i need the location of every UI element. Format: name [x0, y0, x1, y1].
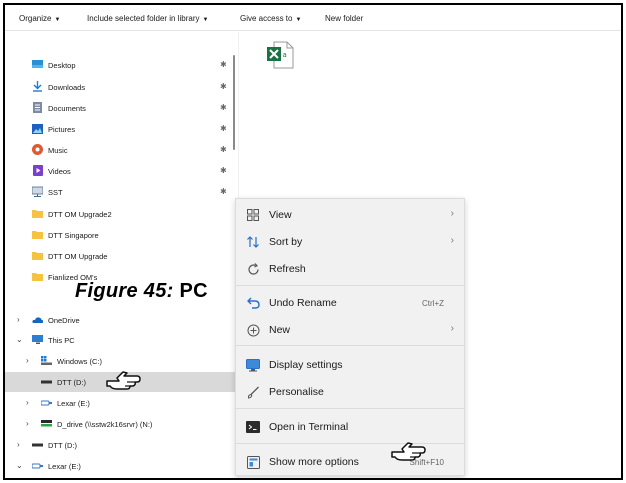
chevron-right-icon: › [450, 235, 454, 246]
desktop-icon [32, 59, 43, 70]
menu-separator [236, 408, 464, 409]
chevron-right-icon[interactable]: › [17, 440, 20, 449]
quick-access-videos[interactable]: Videos ✱ [5, 161, 238, 181]
menu-item-view[interactable]: View › [236, 201, 464, 229]
command-bar: Organize ▼ Include selected folder in lib… [5, 5, 621, 31]
chevron-down-icon[interactable]: ⌄ [16, 335, 23, 344]
chevron-right-icon: › [450, 208, 454, 219]
pointing-hand-icon [391, 442, 426, 461]
music-icon [32, 144, 43, 155]
menu-separator [236, 345, 464, 346]
quick-access-desktop[interactable]: Desktop ✱ [5, 55, 238, 75]
refresh-icon [246, 262, 260, 276]
quick-access-sst[interactable]: SST ✱ [5, 182, 238, 202]
give-access-button[interactable]: Give access to ▼ [240, 14, 301, 23]
folder-icon [32, 208, 43, 219]
caret-down-icon: ▼ [54, 17, 61, 23]
menu-item-open-terminal[interactable]: Open in Terminal [236, 413, 464, 441]
brush-icon [246, 385, 260, 399]
chevron-right-icon[interactable]: › [26, 398, 29, 407]
view-grid-icon [246, 208, 260, 222]
menu-item-show-more-options[interactable]: Show more options Shift+F10 [236, 448, 464, 476]
videos-icon [32, 165, 43, 176]
quick-access-folder[interactable]: DTT Singapore [5, 225, 238, 245]
quick-access-folder[interactable]: DTT OM Upgrade [5, 246, 238, 266]
navigation-pane[interactable]: Desktop ✱ Downloads ✱ Documents ✱ Pictur… [5, 32, 238, 478]
excel-file-icon[interactable]: a [265, 40, 295, 70]
quick-access-folder[interactable]: DTT OM Upgrade2 [5, 204, 238, 224]
explorer-window: Organize ▼ Include selected folder in lib… [3, 3, 623, 480]
terminal-icon [246, 420, 260, 434]
organize-button[interactable]: Organize ▼ [19, 14, 60, 23]
pin-icon[interactable]: ✱ [220, 60, 227, 69]
figure-caption: Figure 45: PC [75, 280, 208, 302]
menu-item-undo-rename[interactable]: Undo Rename Ctrl+Z [236, 289, 464, 317]
quick-access-pictures[interactable]: Pictures ✱ [5, 119, 238, 139]
caret-down-icon: ▼ [295, 17, 302, 23]
display-icon [246, 358, 260, 372]
new-icon [246, 323, 260, 337]
menu-item-new[interactable]: New › [236, 316, 464, 344]
chevron-down-icon[interactable]: ⌄ [16, 461, 23, 470]
chevron-right-icon[interactable]: › [26, 356, 29, 365]
menu-item-sort-by[interactable]: Sort by › [236, 228, 464, 256]
documents-icon [32, 102, 43, 113]
folder-icon [32, 229, 43, 240]
pc-icon [32, 334, 43, 345]
folder-icon [32, 271, 43, 282]
quick-access-downloads[interactable]: Downloads ✱ [5, 77, 238, 97]
pin-icon[interactable]: ✱ [220, 82, 227, 91]
sort-icon [246, 235, 260, 249]
chevron-right-icon[interactable]: › [26, 419, 29, 428]
quick-access-music[interactable]: Music ✱ [5, 140, 238, 160]
menu-item-refresh[interactable]: Refresh [236, 255, 464, 283]
pin-icon[interactable]: ✱ [220, 145, 227, 154]
pointing-hand-icon [106, 371, 141, 390]
download-icon [32, 81, 43, 92]
drive-icon [41, 376, 52, 387]
context-menu: View › Sort by › Refresh Undo Rename Ctr… [235, 198, 465, 476]
usb-drive-icon [32, 460, 43, 471]
network-folder-icon [32, 186, 43, 197]
scrollbar-thumb[interactable] [233, 55, 235, 150]
network-drive-icon [41, 418, 52, 429]
tree-item-this-pc[interactable]: ⌄ This PC [5, 330, 238, 350]
pin-icon[interactable]: ✱ [220, 103, 227, 112]
pin-icon[interactable]: ✱ [220, 124, 227, 133]
svg-text:a: a [283, 51, 287, 59]
tree-item-onedrive[interactable]: › OneDrive [5, 310, 238, 330]
cloud-icon [32, 314, 43, 325]
menu-separator [236, 443, 464, 444]
pin-icon[interactable]: ✱ [220, 166, 227, 175]
new-folder-button[interactable]: New folder [325, 14, 363, 23]
pictures-icon [32, 123, 43, 134]
tree-item-dtt-d[interactable]: › DTT (D:) [5, 435, 238, 455]
more-options-icon [246, 455, 260, 469]
tree-item-lexar-e[interactable]: › Lexar (E:) [5, 393, 238, 413]
menu-item-personalise[interactable]: Personalise [236, 378, 464, 406]
menu-item-display-settings[interactable]: Display settings [236, 351, 464, 379]
pin-icon[interactable]: ✱ [220, 187, 227, 196]
chevron-right-icon: › [450, 323, 454, 334]
include-library-button[interactable]: Include selected folder in library ▼ [87, 14, 208, 23]
chevron-right-icon[interactable]: › [17, 315, 20, 324]
drive-icon [32, 439, 43, 450]
folder-icon [32, 250, 43, 261]
windows-drive-icon [41, 355, 52, 366]
quick-access-documents[interactable]: Documents ✱ [5, 98, 238, 118]
undo-icon [246, 296, 260, 310]
caret-down-icon: ▼ [202, 17, 209, 23]
tree-item-network-drive-n[interactable]: › D_drive (\\sstw2k16srvr) (N:) [5, 414, 238, 434]
tree-item-lexar-e[interactable]: ⌄ Lexar (E:) [5, 456, 238, 476]
menu-separator [236, 285, 464, 286]
usb-drive-icon [41, 397, 52, 408]
